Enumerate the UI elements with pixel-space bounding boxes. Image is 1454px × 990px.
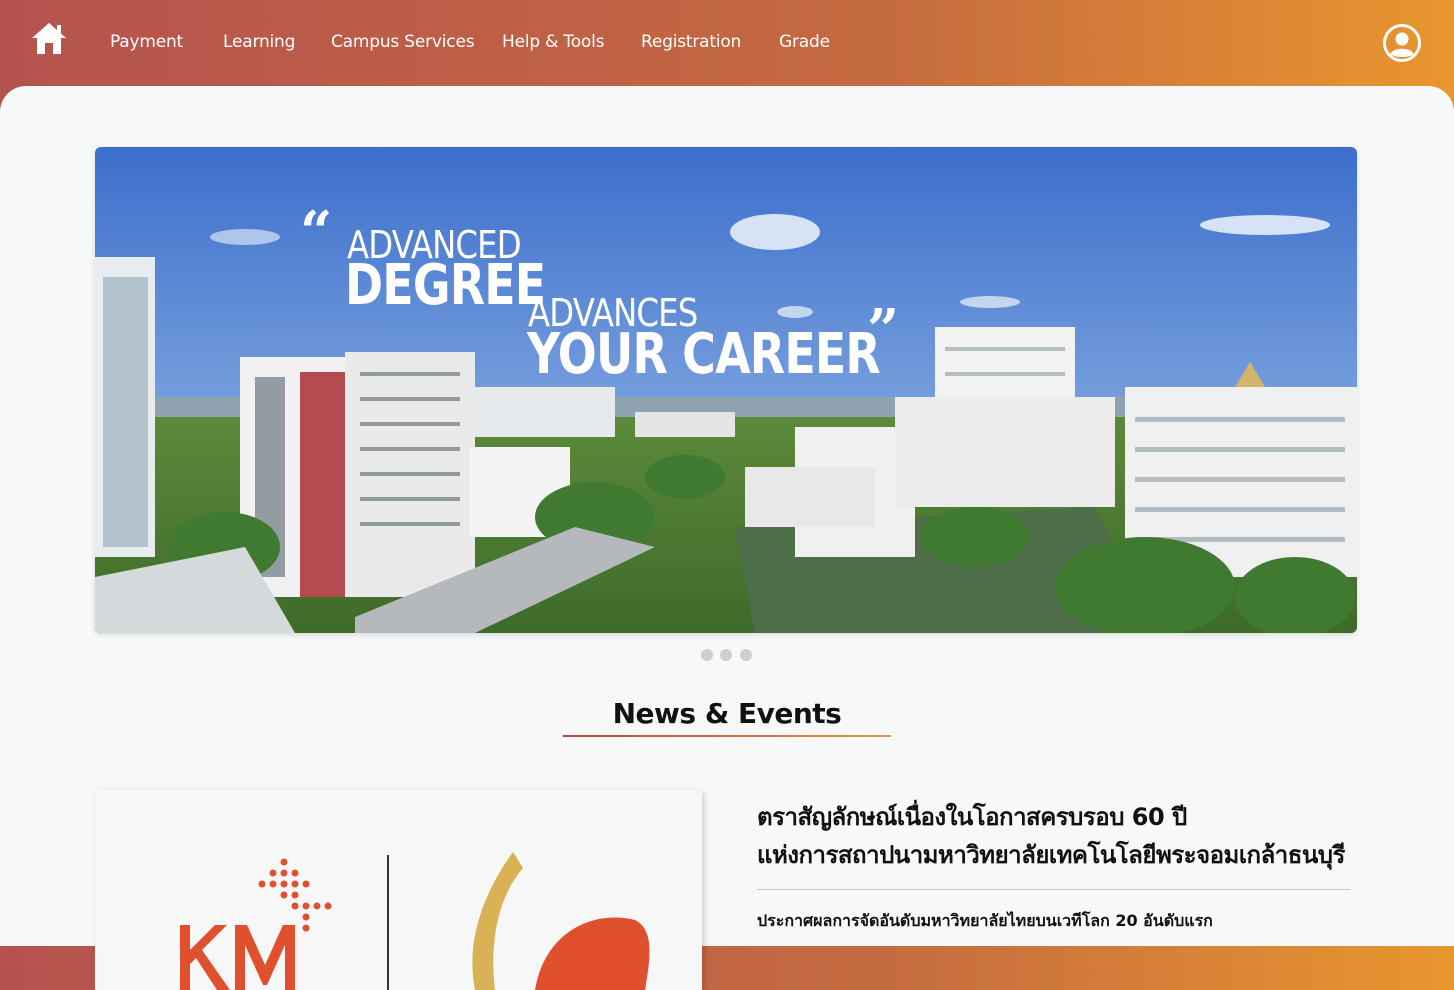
news-events-heading: News & Events (612, 697, 842, 730)
nav-grade[interactable]: Grade (779, 32, 830, 52)
top-navigation-bar: Payment Learning Campus Services Help & … (0, 0, 1454, 86)
news-headline-line-1: ตราสัญลักษณ์เนื่องในโอกาสครบรอบ 60 ปี (757, 803, 1187, 831)
campus-photo (95, 147, 1357, 633)
carousel-dot-2[interactable] (720, 649, 732, 661)
main-content: “ ADVANCED DEGREE ADVANCES YOUR CAREER ”… (0, 86, 1454, 990)
hero-banner[interactable]: “ ADVANCED DEGREE ADVANCES YOUR CAREER ” (95, 147, 1357, 633)
carousel-dot-3[interactable] (740, 649, 752, 661)
news-headline[interactable]: ตราสัญลักษณ์เนื่องในโอกาสครบรอบ 60 ปี แห… (757, 798, 1357, 874)
nav-help-tools[interactable]: Help & Tools (502, 32, 605, 52)
nav-campus-services[interactable]: Campus Services (331, 32, 475, 52)
carousel-dot-1[interactable] (701, 649, 713, 661)
news-subheadline[interactable]: ประกาศผลการจัดอันดับมหาวิทยาลัยไทยบนเวที… (757, 909, 1357, 934)
news-headline-line-2: แห่งการสถาปนามหาวิทยาลัยเทคโนโลยีพระจอมเ… (757, 841, 1345, 869)
news-image-card[interactable] (95, 790, 702, 990)
nav-registration[interactable]: Registration (641, 32, 741, 52)
nav-payment[interactable]: Payment (110, 32, 183, 52)
heading-underline (563, 735, 891, 737)
home-icon[interactable] (30, 20, 68, 56)
news-divider (757, 889, 1350, 890)
nav-learning[interactable]: Learning (223, 32, 295, 52)
user-circle-icon[interactable] (1382, 23, 1422, 63)
kmutt-60-logo (180, 852, 650, 990)
